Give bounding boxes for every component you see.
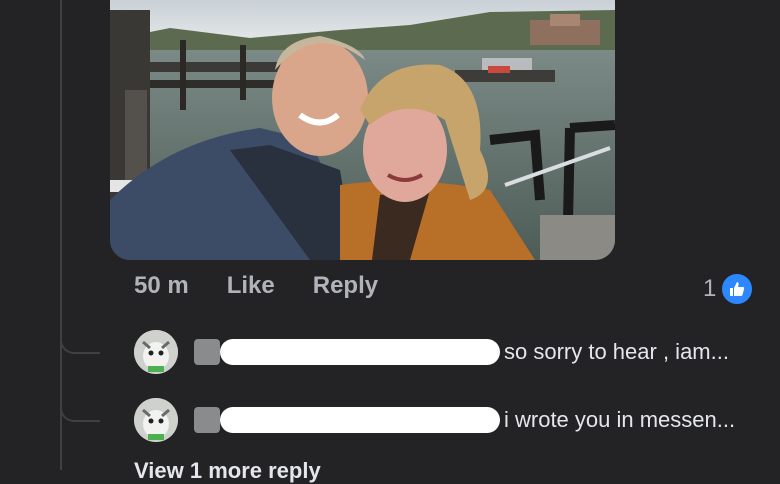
like-count: 1 [703, 275, 717, 302]
comment-timestamp: 50 m [134, 272, 189, 299]
thumbs-up-icon [720, 272, 755, 306]
comment-photo[interactable] [110, 0, 615, 260]
reply-text: i wrote you in messen... [504, 407, 736, 432]
comment-actions: 50 m Like Reply [134, 272, 378, 300]
reaction-count[interactable]: 1 [703, 272, 755, 306]
author-redaction-mark [194, 407, 220, 433]
like-button[interactable]: Like [227, 272, 275, 300]
author-redaction [220, 407, 500, 433]
reply-button[interactable]: Reply [313, 272, 378, 300]
reply-item[interactable]: so sorry to hear , iam... [134, 330, 729, 374]
reply-text: so sorry to hear , iam... [504, 339, 729, 364]
thread-branch [60, 398, 100, 422]
reply-content: so sorry to hear , iam... [194, 339, 729, 365]
reply-content: i wrote you in messen... [194, 407, 735, 433]
avatar[interactable] [134, 398, 178, 442]
author-redaction [220, 339, 500, 365]
reply-item[interactable]: i wrote you in messen... [134, 398, 735, 442]
thread-branch [60, 330, 100, 354]
avatar[interactable] [134, 330, 178, 374]
view-more-replies-link[interactable]: View 1 more reply [134, 458, 321, 484]
author-redaction-mark [194, 339, 220, 365]
